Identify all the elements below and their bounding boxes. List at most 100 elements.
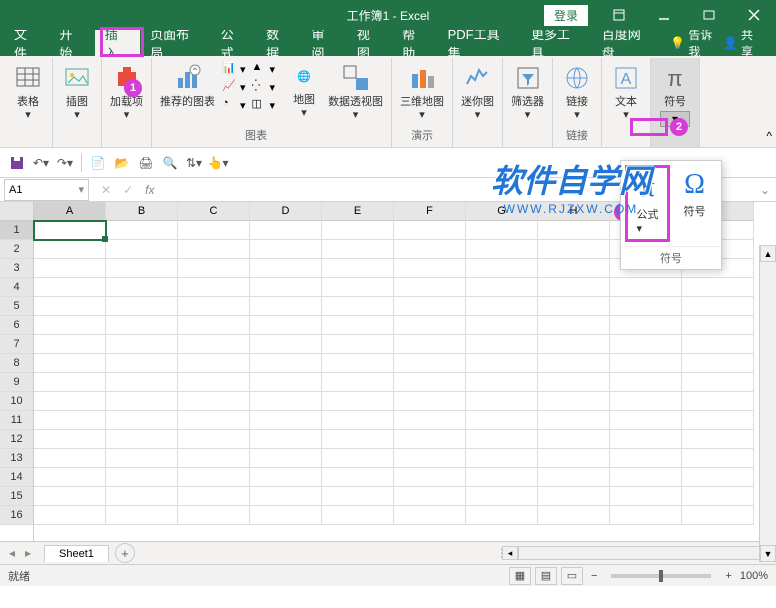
- cell-F3[interactable]: [394, 259, 466, 278]
- cell-G16[interactable]: [466, 506, 538, 525]
- cell-I9[interactable]: [610, 373, 682, 392]
- row-header-15[interactable]: 15: [0, 487, 33, 506]
- page-layout-view-button[interactable]: ▤: [535, 567, 557, 585]
- row-header-5[interactable]: 5: [0, 297, 33, 316]
- cell-D5[interactable]: [250, 297, 322, 316]
- cell-B2[interactable]: [106, 240, 178, 259]
- cell-G11[interactable]: [466, 411, 538, 430]
- fx-icon[interactable]: fx: [145, 183, 154, 197]
- zoom-in-button[interactable]: +: [721, 570, 735, 582]
- cell-G5[interactable]: [466, 297, 538, 316]
- cell-F15[interactable]: [394, 487, 466, 506]
- cell-B1[interactable]: [106, 221, 178, 240]
- scroll-left-button[interactable]: ◂: [502, 546, 518, 560]
- vertical-scrollbar[interactable]: ▲ ▼: [759, 245, 776, 562]
- cell-F11[interactable]: [394, 411, 466, 430]
- col-header-B[interactable]: B: [106, 202, 178, 221]
- cell-J6[interactable]: [682, 316, 754, 335]
- cell-D15[interactable]: [250, 487, 322, 506]
- name-box[interactable]: A1▾: [4, 179, 89, 201]
- cell-A4[interactable]: [34, 278, 106, 297]
- ribbon-options-button[interactable]: [596, 0, 641, 30]
- cell-C1[interactable]: [178, 221, 250, 240]
- cell-C12[interactable]: [178, 430, 250, 449]
- col-header-F[interactable]: F: [394, 202, 466, 221]
- cell-C6[interactable]: [178, 316, 250, 335]
- cell-E14[interactable]: [322, 468, 394, 487]
- cell-A5[interactable]: [34, 297, 106, 316]
- cell-C10[interactable]: [178, 392, 250, 411]
- cell-E6[interactable]: [322, 316, 394, 335]
- cell-G10[interactable]: [466, 392, 538, 411]
- col-header-H[interactable]: H: [538, 202, 610, 221]
- cell-I7[interactable]: [610, 335, 682, 354]
- cell-E11[interactable]: [322, 411, 394, 430]
- cell-F14[interactable]: [394, 468, 466, 487]
- cell-A14[interactable]: [34, 468, 106, 487]
- cell-C16[interactable]: [178, 506, 250, 525]
- cell-A13[interactable]: [34, 449, 106, 468]
- cell-B6[interactable]: [106, 316, 178, 335]
- cell-G4[interactable]: [466, 278, 538, 297]
- cell-J15[interactable]: [682, 487, 754, 506]
- sparklines-button[interactable]: 迷你图▾: [457, 60, 498, 124]
- cell-I12[interactable]: [610, 430, 682, 449]
- cell-B16[interactable]: [106, 506, 178, 525]
- share-button[interactable]: 👤共享: [723, 26, 764, 60]
- cell-E10[interactable]: [322, 392, 394, 411]
- cell-G13[interactable]: [466, 449, 538, 468]
- collapse-ribbon-button[interactable]: ^: [766, 129, 772, 143]
- cell-F6[interactable]: [394, 316, 466, 335]
- cell-B12[interactable]: [106, 430, 178, 449]
- select-all-corner[interactable]: [0, 202, 34, 221]
- tab-nav-next[interactable]: ▸: [20, 546, 36, 560]
- horizontal-scrollbar[interactable]: ⋮ ◂ ▸: [496, 545, 776, 561]
- cell-F1[interactable]: [394, 221, 466, 240]
- cell-H13[interactable]: [538, 449, 610, 468]
- cell-E7[interactable]: [322, 335, 394, 354]
- row-header-7[interactable]: 7: [0, 335, 33, 354]
- cell-E5[interactable]: [322, 297, 394, 316]
- cell-D4[interactable]: [250, 278, 322, 297]
- cell-H16[interactable]: [538, 506, 610, 525]
- cell-E16[interactable]: [322, 506, 394, 525]
- scroll-down-button[interactable]: ▼: [760, 545, 776, 562]
- zoom-out-button[interactable]: −: [587, 570, 601, 582]
- cell-B15[interactable]: [106, 487, 178, 506]
- col-header-D[interactable]: D: [250, 202, 322, 221]
- cell-I13[interactable]: [610, 449, 682, 468]
- cell-C2[interactable]: [178, 240, 250, 259]
- cell-I14[interactable]: [610, 468, 682, 487]
- cell-H6[interactable]: [538, 316, 610, 335]
- cell-E8[interactable]: [322, 354, 394, 373]
- login-button[interactable]: 登录: [544, 5, 588, 26]
- cell-B11[interactable]: [106, 411, 178, 430]
- cell-C7[interactable]: [178, 335, 250, 354]
- cell-A12[interactable]: [34, 430, 106, 449]
- row-header-6[interactable]: 6: [0, 316, 33, 335]
- cell-D1[interactable]: [250, 221, 322, 240]
- cell-G14[interactable]: [466, 468, 538, 487]
- popup-formula-button[interactable]: π 公式▾: [625, 165, 670, 242]
- cell-B10[interactable]: [106, 392, 178, 411]
- cell-A8[interactable]: [34, 354, 106, 373]
- qat-open[interactable]: 📂: [111, 152, 133, 174]
- qat-print[interactable]: 🖨: [135, 152, 157, 174]
- pie-chart-button[interactable]: ◔▾: [219, 96, 249, 114]
- popup-symbol-button[interactable]: Ω 符号: [672, 165, 717, 242]
- cell-D8[interactable]: [250, 354, 322, 373]
- cell-D13[interactable]: [250, 449, 322, 468]
- cell-E2[interactable]: [322, 240, 394, 259]
- col-header-A[interactable]: A: [34, 202, 106, 221]
- cell-G8[interactable]: [466, 354, 538, 373]
- cell-A15[interactable]: [34, 487, 106, 506]
- cell-J9[interactable]: [682, 373, 754, 392]
- row-header-11[interactable]: 11: [0, 411, 33, 430]
- cell-J16[interactable]: [682, 506, 754, 525]
- link-button[interactable]: 链接▾: [557, 60, 597, 124]
- tab-nav-prev[interactable]: ◂: [4, 546, 20, 560]
- cell-H7[interactable]: [538, 335, 610, 354]
- cell-I8[interactable]: [610, 354, 682, 373]
- illustrations-button[interactable]: 插图▾: [57, 60, 97, 124]
- cell-J10[interactable]: [682, 392, 754, 411]
